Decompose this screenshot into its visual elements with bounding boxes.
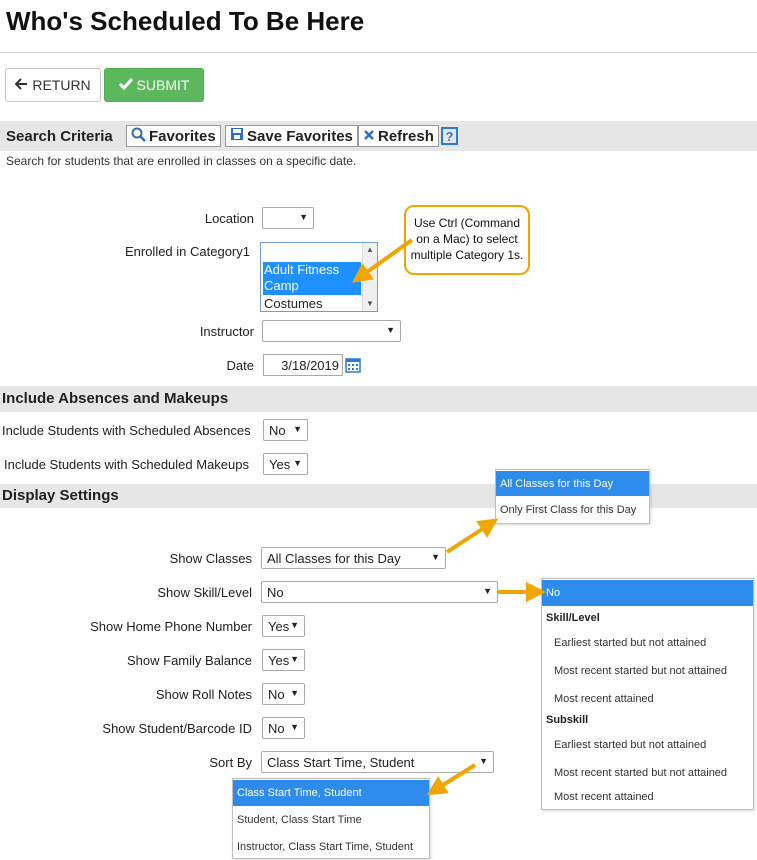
- help-icon[interactable]: ?: [441, 127, 458, 145]
- absences-select[interactable]: No ▼: [263, 419, 308, 441]
- home-phone-label: Show Home Phone Number: [90, 619, 252, 634]
- caret-down-icon: ▼: [299, 212, 308, 222]
- classes-option[interactable]: All Classes for this Day: [496, 471, 649, 496]
- scroll-down-icon[interactable]: ▼: [366, 299, 374, 308]
- absences-label: Include Students with Scheduled Absences: [2, 423, 251, 438]
- submit-label: SUBMIT: [136, 77, 190, 93]
- search-criteria-heading: Search Criteria: [6, 128, 113, 145]
- category-listbox[interactable]: Adult Fitness Camp Costumes ▲ ▼: [260, 242, 378, 312]
- return-button[interactable]: RETURN: [5, 68, 101, 102]
- show-classes-select[interactable]: All Classes for this Day ▼: [261, 547, 446, 569]
- classes-option[interactable]: Only First Class for this Day: [496, 497, 649, 523]
- category-option[interactable]: [263, 245, 361, 261]
- category-option-selected[interactable]: Adult Fitness: [263, 262, 361, 278]
- sort-option[interactable]: Instructor, Class Start Time, Student: [233, 834, 429, 860]
- subskill-option[interactable]: Most recent attained: [542, 783, 654, 811]
- caret-down-icon: ▼: [479, 756, 488, 766]
- caret-down-icon: ▼: [290, 688, 299, 698]
- barcode-select[interactable]: No ▼: [262, 717, 305, 739]
- family-balance-select[interactable]: Yes ▼: [262, 649, 305, 671]
- save-icon: [230, 127, 244, 145]
- close-x-icon: [363, 128, 375, 145]
- page-title: Who's Scheduled To Be Here: [6, 6, 365, 36]
- caret-down-icon: ▼: [386, 325, 395, 335]
- caret-down-icon: ▼: [293, 458, 302, 468]
- search-description: Search for students that are enrolled in…: [6, 154, 357, 168]
- skill-option[interactable]: Earliest started but not attained: [542, 629, 706, 657]
- subskill-group-heading: Subskill: [546, 714, 589, 726]
- sort-option[interactable]: Class Start Time, Student: [233, 780, 429, 806]
- listbox-scrollbar[interactable]: ▲ ▼: [362, 243, 377, 311]
- submit-button[interactable]: SUBMIT: [104, 68, 204, 102]
- search-icon: [131, 127, 146, 146]
- display-settings-heading: Display Settings: [2, 487, 119, 504]
- home-phone-select[interactable]: Yes ▼: [262, 615, 305, 637]
- sort-option[interactable]: Student, Class Start Time: [233, 807, 429, 833]
- help-callout: Use Ctrl (Command on a Mac) to select mu…: [404, 205, 530, 275]
- skill-option[interactable]: Most recent started but not attained: [542, 657, 727, 685]
- sort-dropdown: Class Start Time, Student Student, Class…: [232, 778, 430, 859]
- subskill-option[interactable]: Earliest started but not attained: [542, 731, 706, 759]
- sort-by-select[interactable]: Class Start Time, Student ▼: [261, 751, 494, 773]
- return-label: RETURN: [32, 77, 91, 93]
- arrow-left-icon: [14, 77, 28, 93]
- caret-down-icon: ▼: [290, 654, 299, 664]
- instructor-label: Instructor: [199, 324, 254, 339]
- skill-group-heading: Skill/Level: [546, 612, 600, 624]
- caret-down-icon: ▼: [483, 586, 492, 596]
- favorites-button[interactable]: Favorites: [126, 125, 221, 147]
- check-icon: [118, 77, 133, 93]
- calendar-icon[interactable]: [345, 357, 361, 376]
- makeups-label: Include Students with Scheduled Makeups: [4, 457, 249, 472]
- roll-notes-select[interactable]: No ▼: [262, 683, 305, 705]
- absences-heading: Include Absences and Makeups: [2, 390, 229, 407]
- refresh-button[interactable]: Refresh: [358, 125, 439, 147]
- classes-dropdown: All Classes for this Day Only First Clas…: [495, 469, 650, 524]
- location-label: Location: [204, 211, 254, 226]
- sort-by-label: Sort By: [209, 755, 252, 770]
- caret-down-icon: ▼: [290, 620, 299, 630]
- category-label: Enrolled in Category1: [124, 244, 250, 259]
- show-skill-select[interactable]: No ▼: [261, 581, 498, 603]
- date-label: Date: [226, 358, 254, 373]
- show-classes-label: Show Classes: [169, 551, 252, 566]
- family-balance-label: Show Family Balance: [127, 653, 252, 668]
- caret-down-icon: ▼: [431, 552, 440, 562]
- roll-notes-label: Show Roll Notes: [155, 687, 252, 702]
- save-favorites-label: Save Favorites: [247, 127, 353, 145]
- caret-down-icon: ▼: [293, 424, 302, 434]
- makeups-select[interactable]: Yes ▼: [263, 453, 308, 475]
- barcode-label: Show Student/Barcode ID: [102, 721, 252, 736]
- header-divider: [0, 52, 757, 53]
- category-option[interactable]: Costumes: [263, 296, 361, 311]
- category-option-selected[interactable]: Camp: [263, 278, 361, 295]
- classes-pointer-arrow: [445, 518, 499, 554]
- show-skill-label: Show Skill/Level: [157, 585, 252, 600]
- caret-down-icon: ▼: [290, 722, 299, 732]
- instructor-select[interactable]: ▼: [262, 320, 401, 342]
- save-favorites-button[interactable]: Save Favorites: [225, 125, 358, 147]
- location-select[interactable]: ▼: [262, 207, 314, 229]
- favorites-label: Favorites: [149, 127, 216, 145]
- skill-dropdown: No Skill/Level Earliest started but not …: [541, 578, 754, 810]
- scroll-up-icon[interactable]: ▲: [366, 245, 374, 254]
- date-input[interactable]: 3/18/2019: [263, 354, 343, 376]
- refresh-label: Refresh: [378, 127, 434, 145]
- skill-option[interactable]: No: [542, 580, 753, 606]
